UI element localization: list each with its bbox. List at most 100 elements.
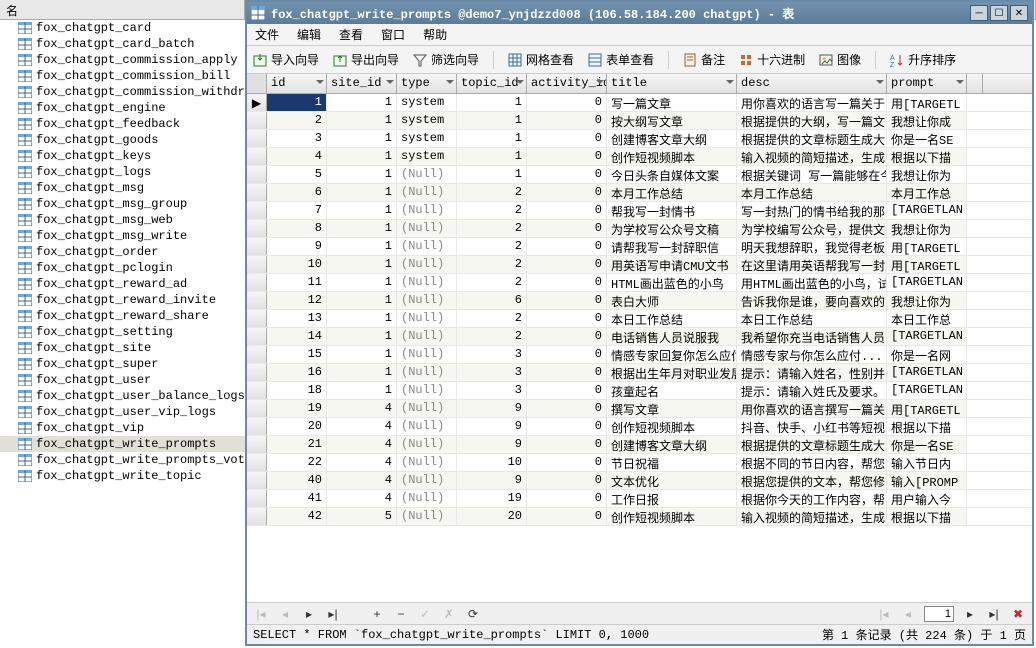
nav-last-button[interactable]: ▸|: [325, 607, 341, 621]
cell-topic_id[interactable]: 6: [457, 292, 527, 309]
table-row[interactable]: 61(Null)20本月工作总结本月工作总结本月工作总: [247, 184, 1032, 202]
cell-title[interactable]: HTML画出蓝色的小鸟: [607, 274, 737, 291]
cell-topic_id[interactable]: 1: [457, 166, 527, 183]
cell-site_id[interactable]: 4: [327, 490, 397, 507]
cell-id[interactable]: 20: [267, 418, 327, 435]
nav-add-button[interactable]: +: [369, 607, 385, 621]
cell-title[interactable]: 电话销售人员说服我: [607, 328, 737, 345]
cell-type[interactable]: (Null): [397, 292, 457, 309]
cell-site_id[interactable]: 4: [327, 454, 397, 471]
cell-type[interactable]: (Null): [397, 310, 457, 327]
cell-type[interactable]: (Null): [397, 400, 457, 417]
cell-desc[interactable]: 用HTML画出蓝色的小鸟，试: [737, 274, 887, 291]
cell-site_id[interactable]: 1: [327, 256, 397, 273]
tree-item[interactable]: fox_chatgpt_user: [0, 372, 245, 388]
cell-site_id[interactable]: 5: [327, 508, 397, 525]
cell-id[interactable]: 41: [267, 490, 327, 507]
table-row[interactable]: 161(Null)30根据出生年月对职业发展或提示：请输入姓名，性别并[TARG…: [247, 364, 1032, 382]
cell-id[interactable]: 21: [267, 436, 327, 453]
cell-desc[interactable]: 根据提供的文章标题生成大: [737, 130, 887, 147]
cell-site_id[interactable]: 1: [327, 130, 397, 147]
tree-item[interactable]: fox_chatgpt_reward_ad: [0, 276, 245, 292]
outer-header-name[interactable]: 名: [0, 0, 245, 19]
cell-type[interactable]: (Null): [397, 238, 457, 255]
cell-prompt[interactable]: 输入[PROMP: [887, 472, 967, 489]
cell-site_id[interactable]: 1: [327, 202, 397, 219]
table-row[interactable]: 214(Null)90创建博客文章大纲根据提供的文章标题生成大你是一名SE: [247, 436, 1032, 454]
cell-id[interactable]: 4: [267, 148, 327, 165]
cell-title[interactable]: 创作短视频脚本: [607, 148, 737, 165]
cell-topic_id[interactable]: 1: [457, 148, 527, 165]
cell-topic_id[interactable]: 2: [457, 328, 527, 345]
row-header[interactable]: [247, 292, 267, 309]
cell-id[interactable]: 14: [267, 328, 327, 345]
tree-item[interactable]: fox_chatgpt_reward_invite: [0, 292, 245, 308]
cell-type[interactable]: (Null): [397, 274, 457, 291]
row-header[interactable]: [247, 346, 267, 363]
cell-topic_id[interactable]: 1: [457, 112, 527, 129]
image-button[interactable]: 图像: [819, 51, 861, 68]
cell-prompt[interactable]: [TARGETLAN: [887, 202, 967, 219]
row-header[interactable]: [247, 418, 267, 435]
nav-commit-button[interactable]: ✓: [417, 607, 433, 621]
cell-site_id[interactable]: 1: [327, 274, 397, 291]
cell-activity_id[interactable]: 0: [527, 292, 607, 309]
page-next-button[interactable]: ▸: [962, 607, 978, 621]
cell-activity_id[interactable]: 0: [527, 166, 607, 183]
row-header[interactable]: [247, 166, 267, 183]
cell-desc[interactable]: 写一封热门的情书给我的那: [737, 202, 887, 219]
cell-topic_id[interactable]: 2: [457, 238, 527, 255]
cell-site_id[interactable]: 1: [327, 238, 397, 255]
tree-item[interactable]: fox_chatgpt_msg: [0, 180, 245, 196]
table-row[interactable]: 121(Null)60表白大师告诉我你是谁，要向喜欢的我想让你为: [247, 292, 1032, 310]
nav-delete-button[interactable]: −: [393, 607, 409, 621]
column-header-desc[interactable]: desc: [737, 74, 887, 93]
cell-type[interactable]: (Null): [397, 508, 457, 525]
filter-wizard-button[interactable]: 筛选向导: [413, 51, 479, 68]
cell-desc[interactable]: 明天我想辞职，我觉得老板: [737, 238, 887, 255]
cell-activity_id[interactable]: 0: [527, 274, 607, 291]
cell-id[interactable]: 15: [267, 346, 327, 363]
cell-type[interactable]: (Null): [397, 418, 457, 435]
cell-prompt[interactable]: 我想让你成: [887, 112, 967, 129]
cell-prompt[interactable]: 你是一名SE: [887, 130, 967, 147]
table-row[interactable]: 91(Null)20请帮我写一封辞职信明天我想辞职，我觉得老板用[TARGETL: [247, 238, 1032, 256]
cell-desc[interactable]: 根据你今天的工作内容，帮: [737, 490, 887, 507]
page-number-input[interactable]: [924, 606, 954, 622]
cell-topic_id[interactable]: 9: [457, 400, 527, 417]
export-wizard-button[interactable]: 导出向导: [333, 51, 399, 68]
cell-title[interactable]: 节日祝福: [607, 454, 737, 471]
cell-topic_id[interactable]: 1: [457, 130, 527, 147]
cell-prompt[interactable]: 用[TARGETL: [887, 94, 967, 111]
cell-site_id[interactable]: 1: [327, 148, 397, 165]
cell-site_id[interactable]: 4: [327, 472, 397, 489]
cell-activity_id[interactable]: 0: [527, 436, 607, 453]
column-header-prompt[interactable]: prompt: [887, 74, 967, 93]
cell-desc[interactable]: 提示：请输入姓氏及要求。: [737, 382, 887, 399]
cell-topic_id[interactable]: 1: [457, 94, 527, 111]
cell-prompt[interactable]: 我想让你为: [887, 292, 967, 309]
cell-activity_id[interactable]: 0: [527, 202, 607, 219]
cell-topic_id[interactable]: 19: [457, 490, 527, 507]
cell-site_id[interactable]: 1: [327, 184, 397, 201]
cell-activity_id[interactable]: 0: [527, 364, 607, 381]
cell-title[interactable]: 帮我写一封情书: [607, 202, 737, 219]
cell-prompt[interactable]: 本日工作总: [887, 310, 967, 327]
row-header[interactable]: [247, 436, 267, 453]
cell-activity_id[interactable]: 0: [527, 472, 607, 489]
cell-activity_id[interactable]: 0: [527, 184, 607, 201]
cell-prompt[interactable]: 用[TARGETL: [887, 256, 967, 273]
row-header[interactable]: [247, 364, 267, 381]
row-header[interactable]: [247, 400, 267, 417]
cell-desc[interactable]: 为学校编写公众号，提供文: [737, 220, 887, 237]
cell-title[interactable]: 工作日报: [607, 490, 737, 507]
cell-type[interactable]: system: [397, 94, 457, 111]
row-header[interactable]: [247, 382, 267, 399]
cell-prompt[interactable]: 根据以下描: [887, 148, 967, 165]
cell-activity_id[interactable]: 0: [527, 400, 607, 417]
cell-id[interactable]: 42: [267, 508, 327, 525]
cell-activity_id[interactable]: 0: [527, 310, 607, 327]
table-row[interactable]: 111(Null)20HTML画出蓝色的小鸟用HTML画出蓝色的小鸟，试[TAR…: [247, 274, 1032, 292]
table-row[interactable]: 181(Null)30孩童起名提示：请输入姓氏及要求。[TARGETLAN: [247, 382, 1032, 400]
cell-desc[interactable]: 根据提供的文章标题生成大: [737, 436, 887, 453]
